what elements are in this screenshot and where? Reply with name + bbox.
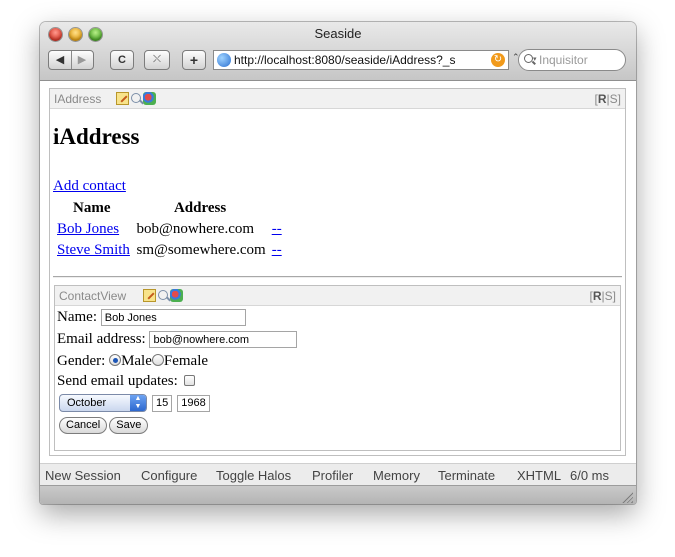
page-title: iAddress [53,124,140,149]
contact-address: sm@somewhere.com [136,242,266,258]
halo-icons [143,289,185,303]
year-field[interactable]: 1968 [177,394,210,412]
table-row: Bob Jones bob@nowhere.com -- [55,220,284,239]
new-session-link[interactable]: New Session [45,468,121,483]
name-row: Name: [57,309,246,327]
title-bar: Seaside ◀ ▶ C ⤬ + http://localhost:8080/s… [40,22,636,81]
window-title: Seaside [314,26,362,41]
remove-contact-link[interactable]: -- [272,221,282,237]
profiler-link[interactable]: Profiler [312,468,353,483]
toggle-halos-link[interactable]: Toggle Halos [216,468,291,483]
reload-button[interactable]: C [110,50,134,70]
add-bookmark-button[interactable]: + [182,50,206,70]
remove-contact-link[interactable]: -- [272,242,282,258]
male-label: Male [121,353,152,369]
form-buttons: Cancel Save [59,417,150,435]
contact-name-link[interactable]: Bob Jones [57,221,119,237]
search-field[interactable]: ▾ Inquisitor [518,49,626,71]
select-arrows-icon: ▲ ▼ [130,395,146,411]
edit-icon[interactable] [143,289,156,302]
female-radio[interactable] [151,354,164,366]
contactview-halo: ContactView [R|S] Name: Email address: G… [54,285,621,451]
globe-icon [217,53,231,67]
gender-row: Gender: Male Female [57,353,208,370]
email-label: Email address: [57,331,146,347]
page-content: IAddress [R|S] iAddress Add contact Name… [40,81,636,463]
terminate-link[interactable]: Terminate [438,468,495,483]
column-header-blank [270,198,284,218]
contacts-table: Name Address Bob Jones bob@nowhere.com -… [53,196,286,262]
style-icon[interactable] [170,289,183,302]
day-field[interactable]: 15 [152,394,173,412]
render-timing: 6/0 ms [570,468,610,483]
source-mode-link[interactable]: S [610,92,618,106]
column-header-address: Address [173,200,227,216]
add-contact-link[interactable]: Add contact [53,178,126,195]
snapback-button[interactable]: ⤬ [144,50,170,70]
contact-address: bob@nowhere.com [136,221,255,237]
resize-grip-icon[interactable] [622,492,633,503]
halo-component-name: ContactView [59,289,127,303]
memory-link[interactable]: Memory [373,468,420,483]
female-label: Female [163,353,209,369]
name-field[interactable] [100,309,246,327]
style-icon[interactable] [143,92,156,105]
bracket: ] [612,289,616,303]
render-mode-link[interactable]: R [593,289,602,303]
email-row: Email address: [57,331,298,349]
status-bar [40,485,636,504]
halo-component-name: IAddress [54,92,102,106]
month-value: October [67,397,107,409]
render-source-toggle: [R|S] [590,289,617,303]
back-button[interactable]: ◀ [49,51,71,69]
back-forward-buttons: ◀ ▶ [48,50,94,70]
contact-name-link[interactable]: Steve Smith [57,242,130,258]
birthdate-row: October ▲ ▼ 15 1968 [59,394,210,412]
inspect-icon[interactable] [158,290,168,300]
search-placeholder: Inquisitor [539,53,588,67]
month-select[interactable]: October ▲ ▼ [59,394,147,412]
seaside-dev-toolbar: New Session Configure Toggle Halos Profi… [40,463,636,486]
search-icon [524,54,533,63]
cancel-button[interactable]: Cancel [59,417,108,435]
updates-row: Send email updates: [57,373,195,390]
male-radio[interactable] [109,354,122,366]
url-text[interactable]: http://localhost:8080/seaside/iAddress?_… [234,51,484,69]
address-bar[interactable]: http://localhost:8080/seaside/iAddress?_… [213,50,509,70]
table-row: Steve Smith sm@somewhere.com -- [55,241,284,260]
iaddress-halo: IAddress [R|S] iAddress Add contact Name… [49,88,626,456]
horizontal-divider [53,276,622,278]
column-header-name: Name [73,200,111,216]
browser-window: Seaside ◀ ▶ C ⤬ + http://localhost:8080/s… [40,22,636,504]
source-mode-link[interactable]: S [605,289,613,303]
inspect-icon[interactable] [131,93,141,103]
chevron-down-icon: ▾ [533,56,537,63]
halo-header: IAddress [R|S] [50,89,625,109]
forward-button[interactable]: ▶ [71,51,93,69]
halo-icons [116,92,158,106]
render-source-toggle: [R|S] [595,92,622,106]
email-updates-checkbox[interactable] [183,375,195,386]
save-button[interactable]: Save [109,417,149,435]
render-mode-link[interactable]: R [598,92,607,106]
updates-label: Send email updates: [57,373,178,389]
email-field[interactable] [149,331,298,349]
gender-label: Gender: [57,353,106,369]
button-divider [71,51,72,69]
halo-header: ContactView [R|S] [55,286,620,306]
xhtml-link[interactable]: XHTML [517,468,561,483]
table-header-row: Name Address [55,198,284,218]
name-label: Name: [57,309,97,325]
bracket: ] [617,92,621,106]
configure-link[interactable]: Configure [141,468,197,483]
refresh-icon[interactable]: ↻ [491,53,505,67]
edit-icon[interactable] [116,92,129,105]
